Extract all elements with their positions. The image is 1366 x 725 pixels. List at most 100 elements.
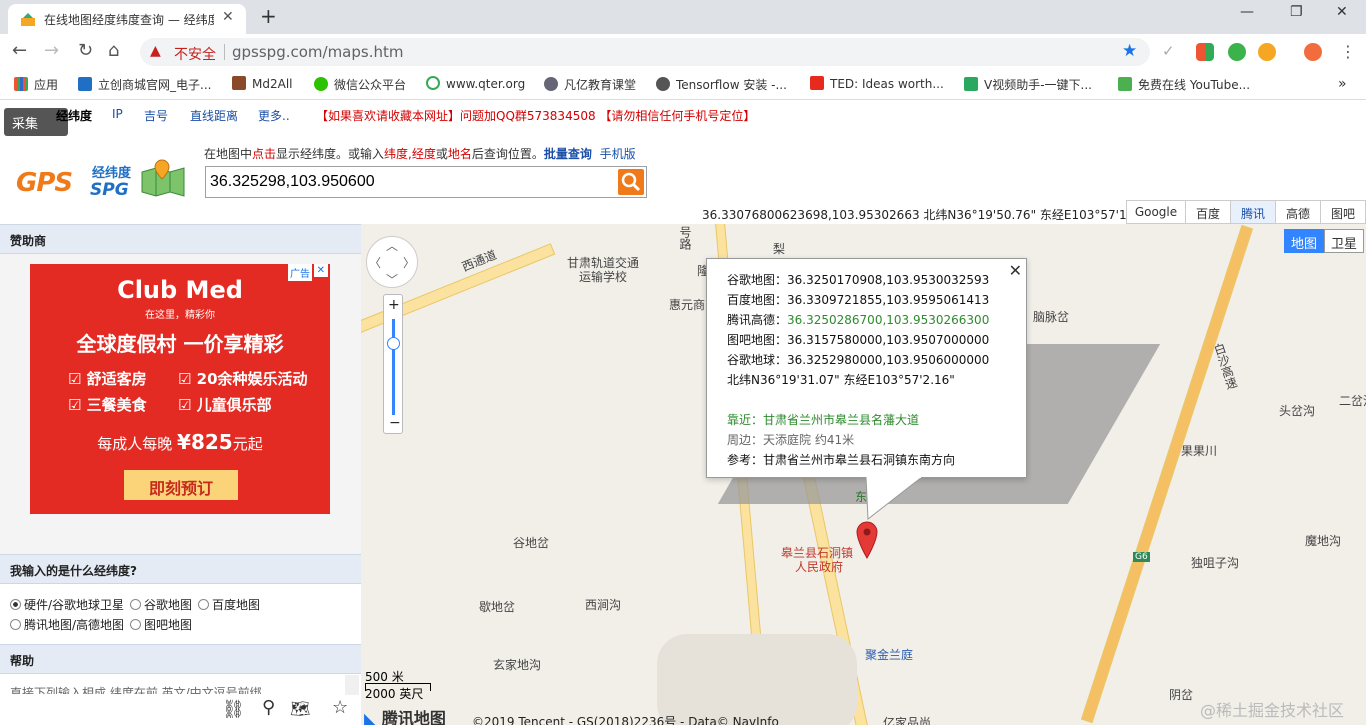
radio-baidu[interactable]: 百度地图 xyxy=(198,596,260,613)
highway-badge: G6 xyxy=(1133,552,1150,562)
radio-tuba[interactable]: 图吧地图 xyxy=(130,616,192,633)
popup-dms: 北纬N36°19'31.07" 东经E103°57'2.16" xyxy=(727,373,955,387)
zoom-out-icon[interactable]: − xyxy=(389,415,401,431)
logo-gps: GPS xyxy=(16,168,73,198)
mobile-link[interactable]: 手机版 xyxy=(600,147,636,161)
bookmark-item[interactable]: V视频助手-一键下... xyxy=(964,76,1092,93)
search-input[interactable] xyxy=(210,171,610,193)
tab-tencent[interactable]: 腾讯 xyxy=(1230,200,1276,224)
reload-icon[interactable]: ↻ xyxy=(78,40,93,61)
bookmark-apps[interactable]: 应用 xyxy=(14,76,58,93)
bookmark-item[interactable]: 立创商城官网_电子... xyxy=(78,76,211,93)
ad-price: 每成人每晚 ¥825元起 xyxy=(97,430,263,454)
tab-bar: 在线地图经度纬度查询 — 经纬度 ✕ + — ❐ ✕ xyxy=(0,0,1366,34)
coordinate-popup: ✕ 谷歌地图：36.3250170908,103.9530032593 百度地图… xyxy=(706,258,1027,478)
maximize-icon[interactable]: ❐ xyxy=(1290,4,1303,20)
radio-tencent[interactable]: 腾讯地图/高德地图 xyxy=(10,616,124,633)
map-type-satellite[interactable]: 卫星 xyxy=(1324,229,1364,253)
new-tab-icon[interactable]: + xyxy=(260,4,277,28)
ad-brand: Club Med xyxy=(117,276,243,304)
map-place: 谷地岔 xyxy=(513,536,550,550)
zoom-control: + − xyxy=(383,294,403,434)
nav-jihao[interactable]: 吉号 xyxy=(144,107,168,124)
popup-baidu: 百度地图：36.3309721855,103.9595061413 xyxy=(727,293,990,307)
map-place: 阴岔 xyxy=(1169,688,1194,702)
search-button[interactable] xyxy=(618,169,644,195)
logo-map-icon xyxy=(141,159,185,197)
bookmark-item[interactable]: Tensorflow 安装 -... xyxy=(656,76,787,93)
bookmark-star-icon[interactable]: ★ xyxy=(1122,41,1137,61)
bookmark-item[interactable]: 微信公众平台 xyxy=(314,76,406,93)
extension-infinity-icon[interactable] xyxy=(1258,43,1276,61)
map-place: 亿家品尚 xyxy=(883,716,932,725)
map-place: 人民政府 xyxy=(795,560,844,574)
bookmark-item[interactable]: TED: Ideas worth... xyxy=(810,76,944,91)
pan-up-icon[interactable]: ︿ xyxy=(386,237,398,254)
tab-gaode[interactable]: 高德 xyxy=(1275,200,1321,224)
tencent-map-logo: ◣ 腾讯地图 xyxy=(364,705,446,725)
location-pin-icon[interactable]: ⚲ xyxy=(262,697,275,718)
check-icon[interactable]: ✓ xyxy=(1162,42,1175,60)
close-tab-icon[interactable]: ✕ xyxy=(222,9,234,25)
tab-baidu[interactable]: 百度 xyxy=(1185,200,1231,224)
forward-icon[interactable]: → xyxy=(44,40,59,61)
scrollbar[interactable] xyxy=(345,675,359,695)
close-window-icon[interactable]: ✕ xyxy=(1336,4,1348,20)
zoom-handle[interactable] xyxy=(387,337,400,350)
map-place: 头岔沟 xyxy=(1279,404,1316,418)
nav-ip[interactable]: IP xyxy=(112,107,123,121)
link-icon[interactable]: ⛓ xyxy=(222,699,245,720)
nav-latlng[interactable]: 经纬度 xyxy=(56,107,92,124)
ad-headline: 全球度假村 一价享精彩 xyxy=(76,332,284,356)
world-map-icon[interactable]: 🗺 xyxy=(290,699,310,718)
radio-hardware[interactable]: 硬件/谷歌地球卫星 xyxy=(10,596,124,613)
star-icon[interactable]: ☆ xyxy=(332,697,348,718)
pan-left-icon[interactable]: 〈 xyxy=(369,254,381,271)
bookmarks-bar: 应用 立创商城官网_电子... Md2All 微信公众平台 www.qter.o… xyxy=(0,70,1366,100)
home-icon[interactable]: ⌂ xyxy=(108,40,119,61)
bookmark-item[interactable]: www.qter.org xyxy=(426,76,525,91)
nav-distance[interactable]: 直线距离 xyxy=(190,107,238,124)
pan-right-icon[interactable]: 〉 xyxy=(403,254,415,271)
address-bar[interactable]: ▲ 不安全 gpsspg.com/maps.htm ★ xyxy=(140,38,1150,66)
ad-cta-button[interactable]: 即刻预订 xyxy=(124,470,238,500)
map-copyright: ©2019 Tencent - GS(2018)2236号 - Data© Na… xyxy=(472,715,779,725)
tencent-map-icon: ◣ xyxy=(364,709,377,725)
map-place: 果果川 xyxy=(1181,444,1218,458)
map-place: 梨 xyxy=(773,242,786,256)
sponsor-header: 赞助商 xyxy=(0,224,361,254)
pan-control[interactable]: ︿ 〈 〉 ﹀ xyxy=(366,236,418,288)
what-header: 我输入的是什么经纬度? xyxy=(0,554,361,584)
bookmark-item[interactable]: Md2All xyxy=(232,76,292,91)
map-place: 运输学校 xyxy=(579,270,628,284)
popup-earth: 谷歌地球：36.3252980000,103.9506000000 xyxy=(727,353,990,367)
map-type-map[interactable]: 地图 xyxy=(1284,229,1324,253)
bookmark-item[interactable]: 凡亿教育课堂 xyxy=(544,76,636,93)
zoom-track[interactable] xyxy=(392,319,395,415)
back-icon[interactable]: ← xyxy=(12,40,27,61)
zoom-in-icon[interactable]: + xyxy=(388,297,400,313)
more-bookmarks-icon[interactable]: » xyxy=(1338,76,1347,92)
profile-avatar[interactable] xyxy=(1304,43,1322,61)
map-place: 白沙高速 xyxy=(1210,341,1240,392)
pan-down-icon[interactable]: ﹀ xyxy=(386,271,398,288)
location-marker-icon[interactable] xyxy=(855,520,879,560)
minimize-icon[interactable]: — xyxy=(1240,4,1254,20)
batch-query-link[interactable]: 批量查询 xyxy=(544,147,592,161)
url-text[interactable]: gpsspg.com/maps.htm xyxy=(232,43,403,61)
ad-feature: ☑ 舒适客房 xyxy=(68,370,147,388)
close-popup-icon[interactable]: ✕ xyxy=(1009,261,1022,280)
clubmed-ad[interactable]: 广告 ✕ Club Med 在这里，精彩你 全球度假村 一价享精彩 ☑ 舒适客房… xyxy=(30,264,330,514)
help-header: 帮助 xyxy=(0,644,361,674)
extension-color-icon[interactable] xyxy=(1196,43,1214,61)
menu-icon[interactable]: ⋮ xyxy=(1340,42,1356,61)
map-place: 聚金兰庭 xyxy=(865,648,914,662)
radio-google[interactable]: 谷歌地图 xyxy=(130,596,192,613)
nav-more[interactable]: 更多.. xyxy=(258,107,290,124)
tab-google[interactable]: Google xyxy=(1126,200,1186,224)
extension-y-icon[interactable] xyxy=(1228,43,1246,61)
browser-tab[interactable]: 在线地图经度纬度查询 — 经纬度 ✕ xyxy=(8,4,246,34)
bookmark-item[interactable]: 免费在线 YouTube... xyxy=(1118,76,1250,93)
tab-tuba[interactable]: 图吧 xyxy=(1320,200,1366,224)
notice-text: 【如果喜欢请收藏本网址】问题加QQ群573834508 【请勿相信任何手机号定位… xyxy=(316,109,756,123)
